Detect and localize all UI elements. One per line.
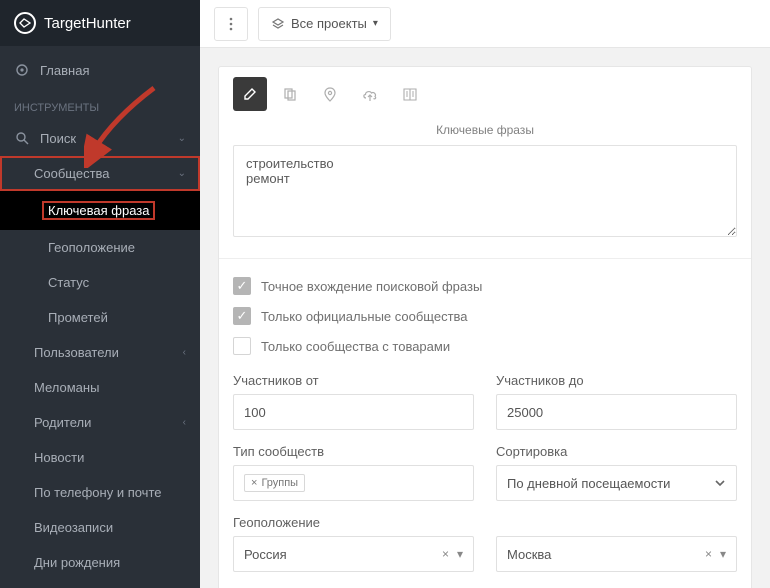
logo: TargetHunter	[0, 0, 200, 46]
nav-label: Сообщества	[34, 166, 110, 181]
chevron-down-icon: ⌄	[178, 168, 186, 179]
field-label: Участников от	[233, 373, 474, 388]
search-card: Ключевые фразы ✓ Точное вхождение поиско…	[218, 66, 752, 588]
keywords-title: Ключевые фразы	[219, 121, 751, 145]
field-community-type: Тип сообществ ×Группы	[233, 444, 474, 501]
content: Ключевые фразы ✓ Точное вхождение поиско…	[200, 48, 770, 588]
caret-down-icon: ▾	[457, 547, 463, 561]
nav-key-phrase[interactable]: Ключевая фраза	[0, 191, 200, 230]
nav-search[interactable]: Поиск ⌄	[0, 120, 200, 156]
tool-book[interactable]	[393, 77, 427, 111]
more-button[interactable]	[214, 7, 248, 41]
field-geo-city: Москва ×▾	[496, 515, 737, 572]
nav-label: Пользователи	[34, 345, 119, 360]
geo-city-select[interactable]: Москва ×▾	[496, 536, 737, 572]
nav-label: Геоположение	[48, 240, 135, 255]
nav-label: Родители	[34, 415, 91, 430]
nav-prometey[interactable]: Прометей	[0, 300, 200, 335]
checkbox-icon: ✓	[233, 277, 251, 295]
field-label: Сортировка	[496, 444, 737, 459]
nav-parents[interactable]: Родители ‹	[0, 405, 200, 440]
nav-label: Ключевая фраза	[42, 201, 155, 220]
checkbox-icon	[233, 337, 251, 355]
caret-down-icon: ▾	[373, 18, 378, 29]
tool-cloud[interactable]	[353, 77, 387, 111]
nav-label: По телефону и почте	[34, 485, 162, 500]
check-label: Только официальные сообщества	[261, 309, 468, 324]
type-tag[interactable]: ×Группы	[244, 474, 305, 492]
tool-edit[interactable]	[233, 77, 267, 111]
nav-label: ИНСТРУМЕНТЫ	[14, 102, 99, 114]
community-type-input[interactable]: ×Группы	[233, 465, 474, 501]
nav-users[interactable]: Пользователи ‹	[0, 335, 200, 370]
keywords-textarea[interactable]	[233, 145, 737, 237]
nav-label: Меломаны	[34, 380, 99, 395]
members-to-input[interactable]: 25000	[496, 394, 737, 430]
members-from-input[interactable]: 100	[233, 394, 474, 430]
nav-label: Поиск	[40, 131, 76, 146]
chevron-down-icon: ⌄	[178, 133, 186, 144]
caret-down-icon: ▾	[720, 547, 726, 561]
nav-label: Прометей	[48, 310, 108, 325]
nav-home[interactable]: Главная	[0, 52, 200, 88]
field-sort: Сортировка По дневной посещаемости	[496, 444, 737, 501]
check-label: Только сообщества с товарами	[261, 339, 450, 354]
sort-select[interactable]: По дневной посещаемости	[496, 465, 737, 501]
field-members-from: Участников от 100	[233, 373, 474, 430]
nav-news[interactable]: Новости	[0, 440, 200, 475]
topbar: Все проекты ▾	[200, 0, 770, 48]
nav-label: Главная	[40, 63, 89, 78]
sidebar-nav: Главная ИНСТРУМЕНТЫ Поиск ⌄ Сообщества ⌄…	[0, 46, 200, 588]
main: Все проекты ▾ Ключевые фразы	[200, 0, 770, 588]
check-goods[interactable]: Только сообщества с товарами	[233, 337, 737, 355]
nav-geolocation[interactable]: Геоположение	[0, 230, 200, 265]
brand-name: TargetHunter	[44, 15, 131, 32]
nav-collect[interactable]: Сбор ‹	[0, 580, 200, 588]
nav-label: Видеозаписи	[34, 520, 113, 535]
chevron-left-icon: ‹	[183, 347, 186, 358]
logo-icon	[14, 12, 36, 34]
chevron-down-icon	[714, 477, 726, 489]
nav-status[interactable]: Статус	[0, 265, 200, 300]
home-icon	[14, 62, 30, 78]
nav-section-tools: ИНСТРУМЕНТЫ	[0, 88, 200, 120]
chevron-left-icon: ‹	[183, 417, 186, 428]
check-label: Точное вхождение поисковой фразы	[261, 279, 482, 294]
nav-videos[interactable]: Видеозаписи	[0, 510, 200, 545]
nav-birthdays[interactable]: Дни рождения	[0, 545, 200, 580]
card-toolbar	[219, 67, 751, 121]
projects-dropdown[interactable]: Все проекты ▾	[258, 7, 391, 41]
close-icon[interactable]: ×	[251, 477, 257, 489]
field-label: Участников до	[496, 373, 737, 388]
close-icon[interactable]: ×	[705, 547, 712, 561]
nav-communities[interactable]: Сообщества ⌄	[0, 156, 200, 191]
options: ✓ Точное вхождение поисковой фразы ✓ Тол…	[219, 277, 751, 355]
field-label: Тип сообществ	[233, 444, 474, 459]
field-members-to: Участников до 25000	[496, 373, 737, 430]
field-label	[496, 515, 737, 530]
checkbox-icon: ✓	[233, 307, 251, 325]
close-icon[interactable]: ×	[442, 547, 449, 561]
field-geo-country: Геоположение Россия ×▾	[233, 515, 474, 572]
projects-label: Все проекты	[291, 16, 367, 31]
field-label: Геоположение	[233, 515, 474, 530]
check-exact[interactable]: ✓ Точное вхождение поисковой фразы	[233, 277, 737, 295]
geo-country-select[interactable]: Россия ×▾	[233, 536, 474, 572]
nav-label: Статус	[48, 275, 89, 290]
nav-melomany[interactable]: Меломаны	[0, 370, 200, 405]
nav-label: Новости	[34, 450, 84, 465]
nav-label: Дни рождения	[34, 555, 120, 570]
tool-copy[interactable]	[273, 77, 307, 111]
tool-location[interactable]	[313, 77, 347, 111]
check-official[interactable]: ✓ Только официальные сообщества	[233, 307, 737, 325]
sidebar: TargetHunter Главная ИНСТРУМЕНТЫ Поиск ⌄…	[0, 0, 200, 588]
nav-phone-mail[interactable]: По телефону и почте	[0, 475, 200, 510]
search-icon	[14, 130, 30, 146]
layers-icon	[271, 17, 285, 31]
